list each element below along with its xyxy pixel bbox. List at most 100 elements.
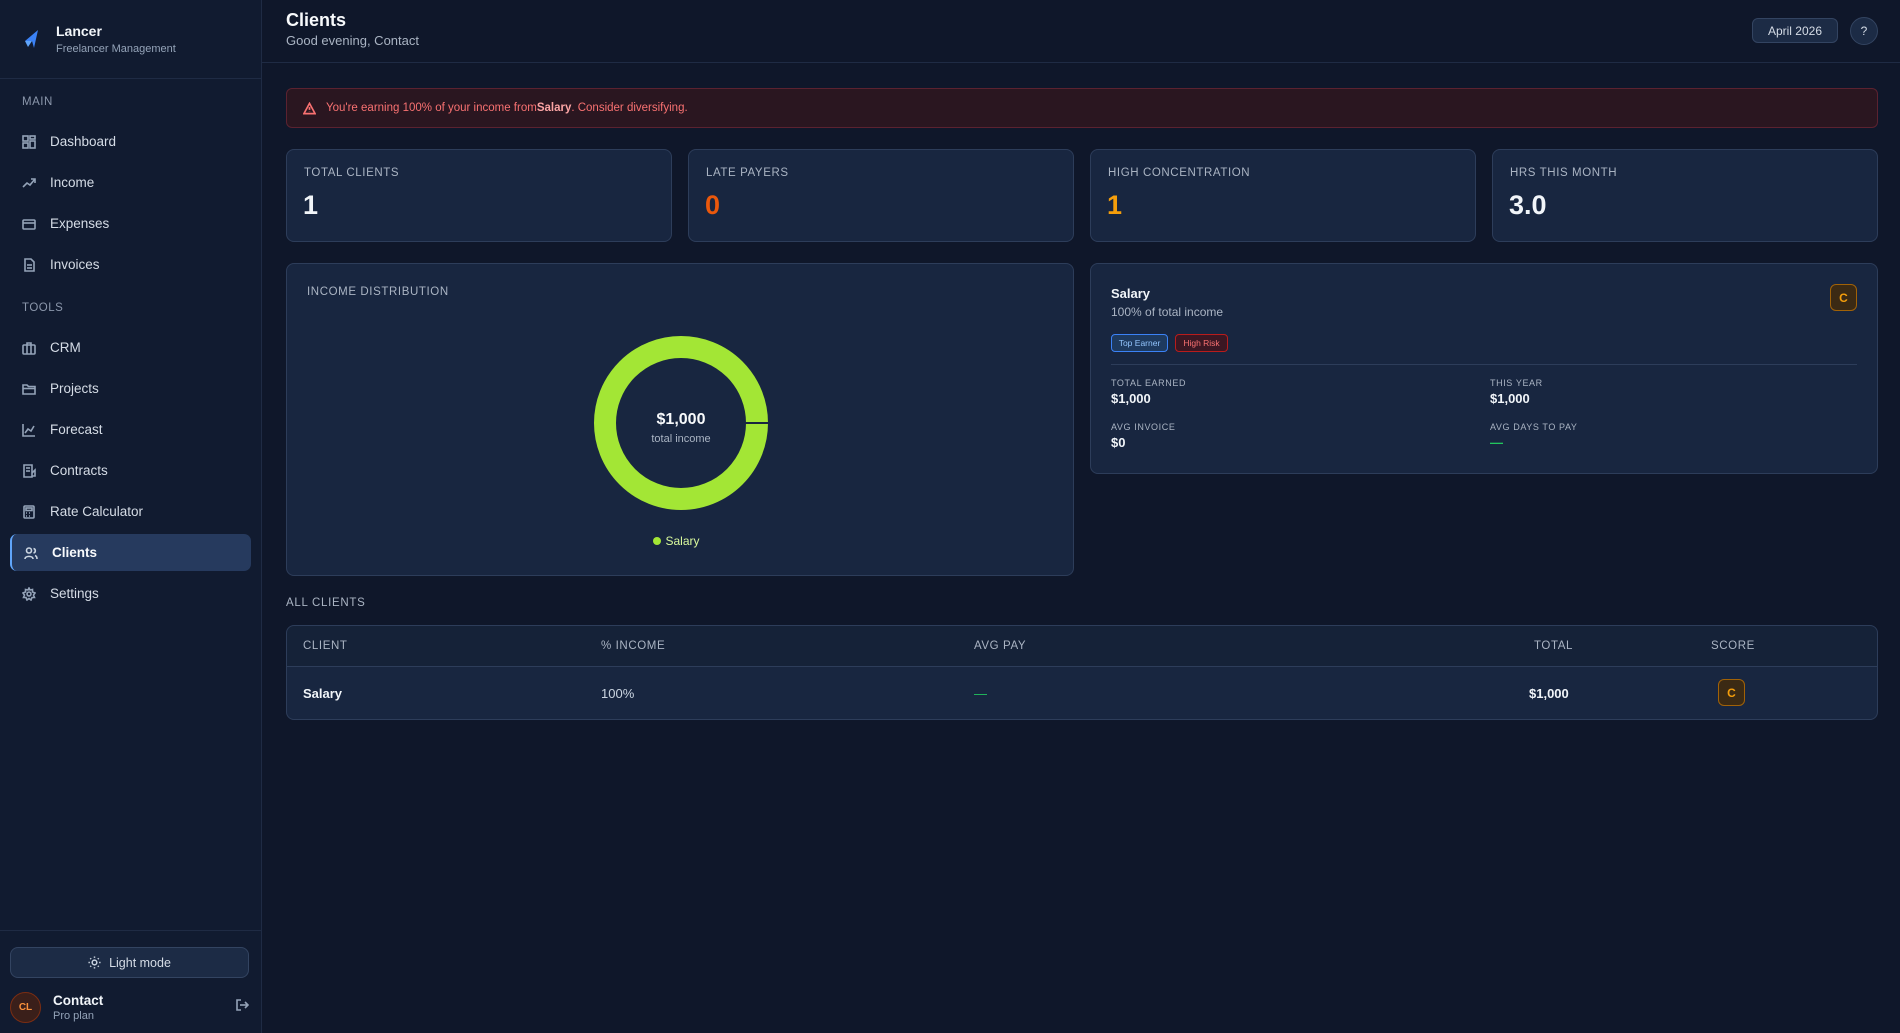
light-mode-button[interactable]: Light mode xyxy=(10,947,249,978)
income-distribution-panel: INCOME DISTRIBUTION $1,000 total income … xyxy=(286,263,1074,576)
avg-invoice-value: $0 xyxy=(1111,435,1126,450)
sidebar-item-label: Forecast xyxy=(50,422,103,437)
tag-high-risk: High Risk xyxy=(1175,334,1228,352)
briefcase-icon xyxy=(22,341,36,355)
sidebar-item-label: Projects xyxy=(50,381,99,396)
avg-invoice-label: AVG INVOICE xyxy=(1111,422,1176,432)
tag-top-earner: Top Earner xyxy=(1111,334,1168,352)
client-card-share: 100% of total income xyxy=(1111,305,1224,319)
sidebar-item-settings[interactable]: Settings xyxy=(10,575,251,612)
score-badge: C xyxy=(1830,284,1857,311)
stat-label: TOTAL CLIENTS xyxy=(304,167,400,179)
avg-days-label: AVG DAYS TO PAY xyxy=(1490,422,1578,432)
stat-value: 1 xyxy=(303,190,319,220)
brand-name: Lancer xyxy=(56,23,102,39)
stat-card-late-payers: LATE PAYERS 0 xyxy=(688,149,1074,242)
calculator-icon xyxy=(23,504,35,519)
sidebar-item-invoices[interactable]: Invoices xyxy=(10,246,251,283)
sidebar-item-label: CRM xyxy=(50,340,81,355)
light-mode-label: Light mode xyxy=(109,955,171,970)
sidebar-item-income[interactable]: Income xyxy=(10,164,251,201)
stat-value: 0 xyxy=(705,190,721,220)
cell-score-badge: C xyxy=(1718,679,1745,706)
donut-center-label: total income xyxy=(651,433,711,445)
user-plan: Pro plan xyxy=(53,1009,94,1022)
sidebar-item-expenses[interactable]: Expenses xyxy=(10,205,251,242)
client-detail-card: Salary 100% of total income C Top Earner… xyxy=(1090,263,1878,474)
avg-days-value: — xyxy=(1490,435,1503,450)
legend-item-salary[interactable]: Salary xyxy=(665,534,699,548)
page-greeting: Good evening, Contact xyxy=(286,33,419,48)
card-icon xyxy=(22,218,36,230)
table-header: CLIENT % INCOME AVG PAY TOTAL SCORE xyxy=(286,625,1878,666)
sidebar-item-label: Dashboard xyxy=(50,134,117,149)
nav-main-list: Dashboard Income Expenses Invoices xyxy=(0,123,261,283)
nav-section-tools: TOOLS xyxy=(22,302,64,314)
concentration-alert: You're earning 100% of your income from … xyxy=(286,88,1878,128)
gear-icon xyxy=(22,586,36,601)
trending-up-icon xyxy=(22,177,36,188)
page-title: Clients xyxy=(286,10,347,30)
this-year-value: $1,000 xyxy=(1490,391,1530,406)
alert-client-name: Salary xyxy=(536,102,572,114)
sidebar-item-label: Income xyxy=(50,175,95,190)
sun-icon xyxy=(88,956,101,969)
legend-dot xyxy=(653,537,662,545)
sidebar-item-label: Contracts xyxy=(50,463,108,478)
column-header-score[interactable]: SCORE xyxy=(1711,640,1755,652)
stat-label: HRS THIS MONTH xyxy=(1510,167,1618,179)
sidebar-item-label: Settings xyxy=(50,586,99,601)
avatar: CL xyxy=(10,991,41,1023)
stat-card-total-clients: TOTAL CLIENTS 1 xyxy=(286,149,672,242)
sidebar-item-label: Expenses xyxy=(50,216,110,231)
chart-legend: Salary xyxy=(287,534,1066,548)
user-profile[interactable]: CL Contact Pro plan xyxy=(10,989,250,1025)
stat-card-hours-this-month: HRS THIS MONTH 3.0 xyxy=(1492,149,1878,242)
divider xyxy=(1111,364,1857,365)
stat-label: LATE PAYERS xyxy=(706,167,789,179)
column-header-client[interactable]: CLIENT xyxy=(303,640,348,652)
column-header-total[interactable]: TOTAL xyxy=(1534,640,1573,652)
logout-icon xyxy=(236,998,250,1011)
sidebar-item-dashboard[interactable]: Dashboard xyxy=(10,123,251,160)
stat-value: 3.0 xyxy=(1509,190,1547,220)
sidebar-item-contracts[interactable]: Contracts xyxy=(10,452,251,489)
chart-line-icon xyxy=(22,423,35,437)
column-header-avg-pay[interactable]: AVG PAY xyxy=(974,640,1026,652)
document-icon xyxy=(24,257,35,272)
section-title-all-clients: ALL CLIENTS xyxy=(286,597,366,609)
sidebar-item-projects[interactable]: Projects xyxy=(10,370,251,407)
sidebar-item-crm[interactable]: CRM xyxy=(10,329,251,366)
cell-client: Salary xyxy=(303,686,343,701)
sidebar-item-label: Rate Calculator xyxy=(50,504,144,519)
column-header-percent-income[interactable]: % INCOME xyxy=(601,640,665,652)
month-selector-button[interactable]: April 2026 xyxy=(1752,18,1838,43)
sidebar-item-rate-calculator[interactable]: Rate Calculator xyxy=(10,493,251,530)
sidebar-item-forecast[interactable]: Forecast xyxy=(10,411,251,448)
client-card-name: Salary xyxy=(1111,286,1151,301)
help-button[interactable]: ? xyxy=(1850,17,1878,45)
sidebar: Lancer Freelancer Management MAIN Dashbo… xyxy=(0,0,262,1033)
stat-value: 1 xyxy=(1107,190,1123,220)
lancer-logo-icon xyxy=(25,30,38,48)
table-row[interactable]: Salary 100% — $1,000 C xyxy=(286,666,1878,720)
cell-percent-income: 100% xyxy=(601,686,635,701)
grid-icon xyxy=(22,134,36,149)
donut-center-value: $1,000 xyxy=(656,411,706,428)
total-earned-value: $1,000 xyxy=(1111,391,1151,406)
brand-subtitle: Freelancer Management xyxy=(56,43,176,55)
page-header: Clients Good evening, Contact April 2026… xyxy=(262,0,1900,63)
sidebar-item-clients[interactable]: Clients xyxy=(10,534,251,571)
stat-label: HIGH CONCENTRATION xyxy=(1108,167,1251,179)
total-earned-label: TOTAL EARNED xyxy=(1111,378,1187,388)
sidebar-item-label: Invoices xyxy=(50,257,100,272)
cell-avg-pay: — xyxy=(974,686,987,701)
alert-text-prefix: You're earning 100% of your income from xyxy=(326,102,537,114)
contract-icon xyxy=(23,463,36,478)
cell-total: $1,000 xyxy=(1529,686,1569,701)
folder-icon xyxy=(22,383,36,395)
logout-button[interactable] xyxy=(235,998,250,1017)
brand[interactable]: Lancer Freelancer Management xyxy=(0,0,261,79)
nav-tools-list: CRM Projects Forecast Contracts Rate Cal… xyxy=(0,329,261,612)
stat-card-high-concentration: HIGH CONCENTRATION 1 xyxy=(1090,149,1476,242)
